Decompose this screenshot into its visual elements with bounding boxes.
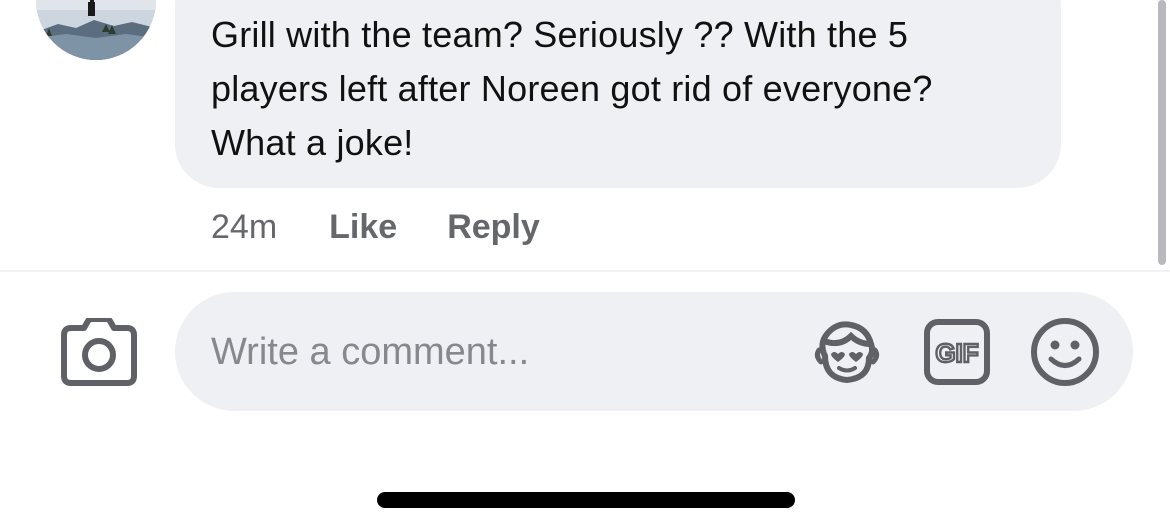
gif-icon[interactable]: GIF [923, 318, 991, 386]
reply-button[interactable]: Reply [447, 208, 540, 247]
composer-divider [0, 270, 1170, 272]
gif-label: GIF [935, 338, 978, 368]
commenter-avatar[interactable] [36, 0, 156, 60]
emoji-icon[interactable] [1029, 316, 1101, 388]
like-button[interactable]: Like [329, 208, 397, 247]
scrollbar[interactable] [1158, 0, 1166, 265]
home-indicator[interactable] [377, 492, 795, 508]
comment-bubble: Grill with the team? Seriously ?? With t… [175, 0, 1061, 188]
comment-thread-screen: Grill with the team? Seriously ?? With t… [0, 0, 1170, 531]
comment-composer: GIF [175, 292, 1133, 411]
comment-actions: 24m Like Reply [211, 205, 540, 249]
comment-text: Grill with the team? Seriously ?? With t… [211, 14, 933, 163]
camera-icon[interactable] [60, 316, 138, 386]
comment-timestamp: 24m [211, 207, 278, 246]
avatar-sticker-icon[interactable] [811, 316, 883, 388]
avatar-photo [36, 0, 156, 60]
comment-input[interactable] [211, 322, 801, 382]
